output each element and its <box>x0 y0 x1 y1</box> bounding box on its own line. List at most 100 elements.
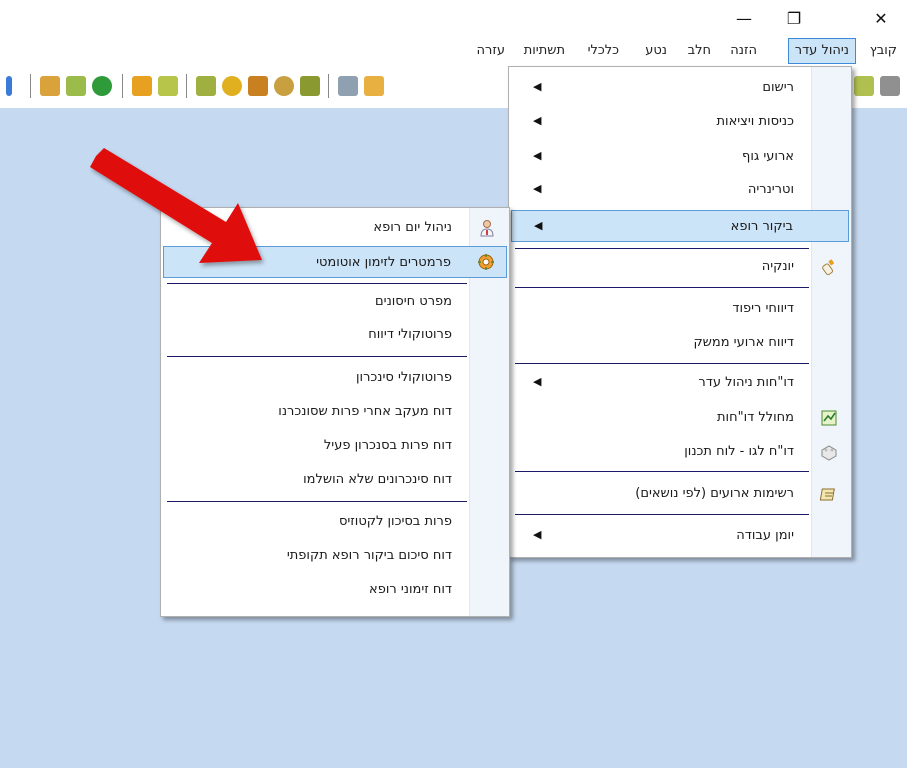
submenu-arrow-icon: ◀ <box>533 80 542 93</box>
grid-icon[interactable] <box>132 76 152 96</box>
menu-separator <box>515 514 809 515</box>
plant-icon[interactable] <box>300 76 320 96</box>
submenu-item-synced-cows-tracking[interactable]: דוח מעקב אחרי פרות שסונכרנו <box>163 397 507 427</box>
submenu-item-periodic-summary[interactable]: דוח סיכום ביקור רופא תקופתי <box>163 541 507 571</box>
menu-item-bedding-reports[interactable]: דיווחי ריפוד <box>511 294 849 324</box>
menu-economic[interactable]: כלכלי <box>582 40 625 62</box>
menu-separator <box>167 356 467 357</box>
menu-item-work-diary[interactable]: יומן עבודה ◀ <box>511 521 849 551</box>
report-generator-icon <box>821 410 837 426</box>
submenu-item-label: פרוטוקולי דיווח <box>368 327 452 342</box>
check-list-icon[interactable] <box>66 76 86 96</box>
menu-item-entries-exits[interactable]: כניסות ויציאות ◀ <box>511 107 849 137</box>
cow-icon[interactable] <box>854 76 874 96</box>
menu-item-body-events[interactable]: ארועי גוף ◀ <box>511 142 849 172</box>
tools-icon[interactable] <box>338 76 358 96</box>
title-bar: — ❐ ✕ <box>0 0 907 36</box>
submenu-item-label: דוח זימוני רופא <box>369 582 452 597</box>
menu-natah[interactable]: נטע <box>639 40 673 62</box>
group-icon[interactable] <box>92 76 112 96</box>
menu-item-label: דיווחי ריפוד <box>732 301 794 316</box>
menu-infrastructure[interactable]: תשתיות <box>518 40 571 62</box>
menu-item-label: כניסות ויציאות <box>716 114 795 129</box>
submenu-item-sync-protocols[interactable]: פרוטוקולי סינכרון <box>163 363 507 393</box>
herd-management-menu: רישום ◀ כניסות ויציאות ◀ ארועי גוף ◀ וטר… <box>508 66 852 558</box>
submenu-item-report-protocols[interactable]: פרוטוקולי דיווח <box>163 320 507 350</box>
submenu-item-label: פרוטוקולי סינכרון <box>355 370 452 385</box>
submenu-item-label: דוח פרות בסנכרון פעיל <box>323 438 452 453</box>
toolbar-separator <box>186 74 187 98</box>
submenu-arrow-icon: ◀ <box>533 375 542 388</box>
menu-item-label: מחולל דו"חות <box>717 410 794 425</box>
menu-help[interactable]: עזרה <box>471 40 511 62</box>
lego-icon <box>821 445 837 461</box>
submenu-item-ketosis-risk[interactable]: פרות בסיכון לקטוזיס <box>163 507 507 537</box>
menu-item-label: דו"ח לגו - לוח תכנון <box>684 444 794 459</box>
bottle-icon <box>822 259 834 276</box>
menu-herd-management[interactable]: ניהול עדר <box>787 38 856 64</box>
menu-item-label: יומן עבודה <box>736 528 794 543</box>
farm-icon[interactable] <box>880 76 900 96</box>
menu-item-herd-reports[interactable]: דו"חות ניהול עדר ◀ <box>511 368 849 398</box>
submenu-arrow-icon: ◀ <box>533 182 542 195</box>
submenu-item-active-sync-cows[interactable]: דוח פרות בסנכרון פעיל <box>163 431 507 461</box>
menu-separator <box>515 471 809 472</box>
menu-separator <box>515 287 809 288</box>
menu-separator <box>167 501 467 502</box>
submenu-item-label: פרמטרים לזימון אוטומטי <box>316 255 451 270</box>
cheese-icon[interactable] <box>222 76 242 96</box>
close-button[interactable]: ✕ <box>858 0 904 36</box>
menu-item-label: רשימות ארועים (לפי נושאים) <box>635 486 794 501</box>
submenu-item-doctor-day[interactable]: ניהול יום רופא <box>163 213 507 243</box>
submenu-item-incomplete-syncs[interactable]: דוח סינכרונים שלא הושלמו <box>163 465 507 495</box>
menu-item-registration[interactable]: רישום ◀ <box>511 73 849 103</box>
money-icon[interactable] <box>248 76 268 96</box>
doctor-icon <box>480 220 494 237</box>
doctor-visit-submenu: ניהול יום רופא פרמטרים לזימון אוטומטי מפ… <box>160 207 510 617</box>
chart-icon[interactable] <box>196 76 216 96</box>
menu-file[interactable]: קובץ <box>864 40 903 62</box>
jar-icon[interactable] <box>274 76 294 96</box>
menu-item-label: דיווח ארועי ממשק <box>693 335 794 350</box>
menu-item-veterinary[interactable]: וטרינריה ◀ <box>511 175 849 205</box>
menu-separator <box>167 283 467 284</box>
minimize-button[interactable]: — <box>721 0 767 36</box>
restore-button[interactable]: ❐ <box>771 0 817 36</box>
menu-item-label: יונקיה <box>761 259 794 274</box>
menu-item-nursery[interactable]: יונקיה <box>511 252 849 282</box>
submenu-item-label: דוח מעקב אחרי פרות שסונכרנו <box>278 404 452 419</box>
submenu-item-label: מפרט חיסונים <box>375 294 452 309</box>
submenu-item-vaccine-spec[interactable]: מפרט חיסונים <box>163 287 507 317</box>
menu-separator <box>515 248 809 249</box>
menu-item-label: רישום <box>762 80 794 95</box>
menu-item-lego-planning[interactable]: דו"ח לגו - לוח תכנון <box>511 437 849 467</box>
submenu-item-label: פרות בסיכון לקטוזיס <box>338 514 452 529</box>
calendar-icon[interactable] <box>158 76 178 96</box>
submenu-arrow-icon: ◀ <box>534 219 543 232</box>
settings-icon <box>478 254 494 270</box>
submenu-item-label: דוח סיכום ביקור רופא תקופתי <box>286 548 452 563</box>
menu-item-label: ביקור רופא <box>730 219 793 234</box>
menu-item-label: ארועי גוף <box>742 149 794 164</box>
menu-item-event-lists[interactable]: רשימות ארועים (לפי נושאים) <box>511 479 849 509</box>
submenu-item-label: דוח סינכרונים שלא הושלמו <box>303 472 452 487</box>
menu-item-doctor-visit[interactable]: ביקור רופא ◀ <box>511 210 849 242</box>
menu-bar: קובץ ניהול עדר הזנה חלב נטע כלכלי תשתיות… <box>0 36 907 64</box>
submenu-arrow-icon: ◀ <box>533 528 542 541</box>
submenu-item-auto-summon-params[interactable]: פרמטרים לזימון אוטומטי <box>163 246 507 278</box>
menu-feeding[interactable]: הזנה <box>724 40 763 62</box>
toolbar-separator <box>328 74 329 98</box>
menu-item-label: וטרינריה <box>747 182 794 197</box>
toolbar-separator <box>122 74 123 98</box>
menu-milk[interactable]: חלב <box>682 40 717 62</box>
toolbar-icon[interactable] <box>6 76 12 96</box>
submenu-arrow-icon: ◀ <box>533 114 542 127</box>
menu-separator <box>515 363 809 364</box>
submenu-arrow-icon: ◀ <box>533 149 542 162</box>
submenu-item-doctor-summons[interactable]: דוח זימוני רופא <box>163 575 507 605</box>
bottle-icon[interactable] <box>364 76 384 96</box>
herd-icon[interactable] <box>40 76 60 96</box>
menu-item-report-generator[interactable]: מחולל דו"חות <box>511 403 849 433</box>
menu-item-management-events[interactable]: דיווח ארועי ממשק <box>511 328 849 358</box>
submenu-item-label: ניהול יום רופא <box>373 220 452 235</box>
